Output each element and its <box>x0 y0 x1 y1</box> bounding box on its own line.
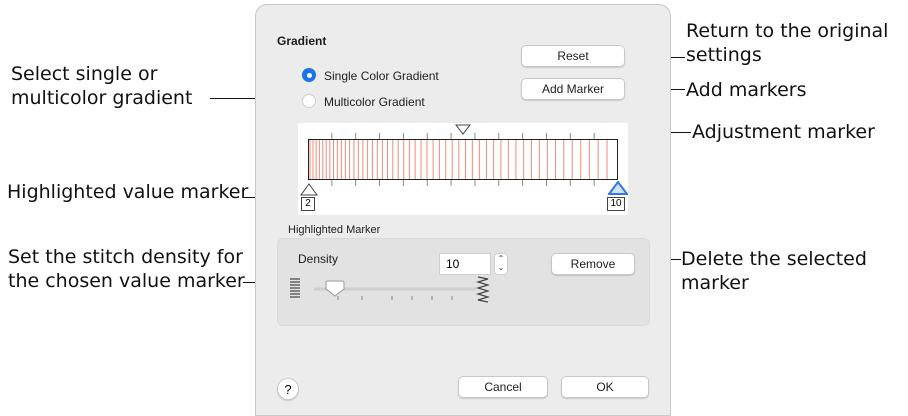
ok-button[interactable]: OK <box>561 376 649 398</box>
stepper-up-icon[interactable]: ⌃ <box>495 254 507 263</box>
callout-add-markers: Add markers <box>686 79 807 101</box>
callout-highlighted-value-marker: Highlighted value marker <box>7 181 249 203</box>
callout-return-original: Return to the original settings <box>686 20 889 66</box>
reset-button[interactable]: Reset <box>521 45 625 67</box>
sparse-stitch-icon <box>475 276 490 303</box>
adjustment-marker-icon <box>454 124 472 135</box>
callout-select-gradient: Select single or multicolor gradient <box>11 63 193 109</box>
stepper-down-icon[interactable]: ⌄ <box>495 263 507 272</box>
multicolor-radio[interactable] <box>302 94 316 108</box>
multicolor-label[interactable]: Multicolor Gradient <box>324 95 425 109</box>
density-stepper[interactable]: ⌃ ⌄ <box>494 253 508 275</box>
right-value-marker-icon[interactable] <box>608 181 628 197</box>
callout-delete-selected: Delete the selected marker <box>681 248 867 294</box>
gradient-bar[interactable] <box>308 139 618 180</box>
gradient-dialog: Gradient Reset Add Marker Single Color G… <box>255 4 671 416</box>
cancel-button[interactable]: Cancel <box>458 376 548 398</box>
callout-adjustment-marker: Adjustment marker <box>692 121 875 143</box>
dialog-title: Gradient <box>277 34 327 48</box>
slider-thumb <box>325 280 345 297</box>
density-label: Density <box>298 252 339 266</box>
density-input[interactable]: 10 <box>439 253 491 275</box>
callout-set-density: Set the stitch density for the chosen va… <box>8 246 245 292</box>
density-slider[interactable] <box>290 273 490 307</box>
dense-stitch-icon <box>290 278 300 298</box>
gradient-editor[interactable]: 2 10 <box>298 123 628 215</box>
single-color-label[interactable]: Single Color Gradient <box>324 69 439 83</box>
gradient-lines <box>309 140 608 179</box>
add-marker-button[interactable]: Add Marker <box>521 78 625 100</box>
help-button[interactable]: ? <box>277 378 299 400</box>
highlighted-marker-label: Highlighted Marker <box>288 224 381 236</box>
right-marker-value: 10 <box>607 197 625 211</box>
left-marker-value: 2 <box>301 197 315 211</box>
remove-button[interactable]: Remove <box>551 253 635 275</box>
single-color-radio[interactable] <box>302 68 316 82</box>
left-value-marker-icon[interactable] <box>300 183 318 197</box>
